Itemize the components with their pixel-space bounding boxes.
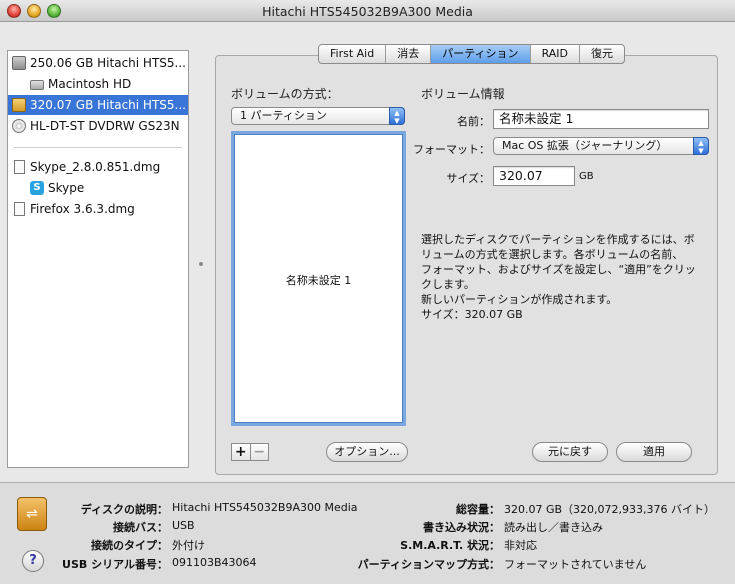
status-line: サイズ：320.07 GB bbox=[421, 308, 523, 321]
optical-drive-icon bbox=[12, 119, 26, 133]
sidebar-item-label: 250.06 GB Hitachi HTS5... bbox=[30, 56, 186, 70]
name-label: 名前： bbox=[457, 115, 490, 128]
disk-image-icon bbox=[14, 202, 25, 216]
tab-restore[interactable]: 復元 bbox=[580, 45, 624, 63]
sidebar-item-dvd-drive[interactable]: HL-DT-ST DVDRW GS23N bbox=[8, 116, 188, 136]
disk-description-label: ディスクの説明： bbox=[80, 503, 168, 516]
partition-map-scheme-label: パーティションマップ方式： bbox=[357, 558, 500, 571]
instructions-line: フォーマット、およびサイズを設定し、“適用”をクリッ bbox=[421, 263, 696, 276]
sidebar-divider bbox=[14, 147, 182, 148]
write-status-label: 書き込み状況： bbox=[423, 521, 500, 534]
smart-status-value: 非対応 bbox=[504, 539, 537, 552]
tab-first-aid[interactable]: First Aid bbox=[319, 45, 387, 63]
partition-map-scheme-value: フォーマットされていません bbox=[504, 558, 647, 571]
status-line: 新しいパーティションが作成されます。 bbox=[421, 293, 618, 306]
sidebar-item-label: 320.07 GB Hitachi HTS5... bbox=[30, 98, 186, 112]
popup-arrows-icon: ▲ ▼ bbox=[693, 137, 709, 155]
instructions-line: リュームの方式を選択します。各ボリュームの名前、 bbox=[421, 248, 684, 261]
sidebar-item-disk-320[interactable]: 320.07 GB Hitachi HTS5... bbox=[8, 95, 188, 115]
partition-map[interactable]: 名称未設定 1 bbox=[231, 131, 406, 426]
remove-partition-button[interactable]: − bbox=[251, 444, 269, 460]
usb-serial-label: USB シリアル番号： bbox=[62, 558, 168, 571]
tab-partition[interactable]: パーティション bbox=[431, 45, 531, 63]
write-status-value: 読み出し／書き込み bbox=[504, 521, 603, 534]
sidebar-item-label: Macintosh HD bbox=[48, 77, 132, 91]
options-button[interactable]: オプション... bbox=[326, 442, 408, 462]
smart-status-label: S.M.A.R.T. 状況： bbox=[400, 539, 500, 552]
sidebar-item-skype-dmg[interactable]: Skype_2.8.0.851.dmg bbox=[8, 157, 188, 177]
title-bar: Hitachi HTS545032B9A300 Media bbox=[0, 0, 735, 22]
add-remove-control: + − bbox=[231, 443, 269, 461]
format-value: Mac OS 拡張（ジャーナリング） bbox=[502, 139, 668, 152]
volume-size-field[interactable]: 320.07 bbox=[493, 166, 575, 186]
volume-scheme-header: ボリュームの方式： bbox=[231, 87, 339, 101]
disk-image-icon bbox=[14, 160, 25, 174]
sidebar-item-disk-250[interactable]: 250.06 GB Hitachi HTS5... bbox=[8, 53, 188, 73]
help-button[interactable]: ? bbox=[22, 550, 44, 572]
partition-instructions: 選択したディスクでパーティションを作成するには、ボ リュームの方式を選択します。… bbox=[421, 232, 711, 292]
sidebar-item-label: Skype bbox=[48, 181, 85, 195]
format-label: フォーマット： bbox=[413, 143, 490, 156]
add-partition-button[interactable]: + bbox=[232, 444, 251, 460]
sidebar-item-label: Skype_2.8.0.851.dmg bbox=[30, 160, 161, 174]
connection-type-value: 外付け bbox=[172, 539, 205, 552]
usb-serial-value: 091103B43064 bbox=[172, 556, 257, 569]
tab-bar: First Aid 消去 パーティション RAID 復元 bbox=[318, 44, 625, 64]
sidebar-item-label: Firefox 3.6.3.dmg bbox=[30, 202, 135, 216]
tab-raid[interactable]: RAID bbox=[531, 45, 580, 63]
window-title: Hitachi HTS545032B9A300 Media bbox=[262, 4, 473, 19]
usb-disk-icon: ⇌ bbox=[17, 497, 47, 531]
instructions-line: クします。 bbox=[421, 278, 475, 291]
size-unit: GB bbox=[579, 171, 594, 182]
split-view-handle[interactable] bbox=[199, 262, 203, 266]
volume-info-header: ボリューム情報 bbox=[421, 87, 505, 101]
size-label: サイズ： bbox=[446, 172, 490, 185]
capacity-value: 320.07 GB（320,072,933,376 バイト） bbox=[504, 503, 716, 516]
volume-icon bbox=[30, 80, 44, 90]
sidebar-item-macintosh-hd[interactable]: Macintosh HD bbox=[8, 74, 188, 94]
partition-map-label: 名称未設定 1 bbox=[285, 274, 352, 287]
volume-scheme-value: 1 パーティション bbox=[240, 109, 327, 122]
disk-sidebar: 250.06 GB Hitachi HTS5... Macintosh HD 3… bbox=[7, 50, 189, 468]
skype-icon: S bbox=[30, 181, 44, 195]
tab-erase[interactable]: 消去 bbox=[386, 45, 432, 63]
popup-arrows-icon: ▲ ▼ bbox=[389, 107, 405, 125]
instructions-line: 選択したディスクでパーティションを作成するには、ボ bbox=[421, 233, 695, 246]
connection-bus-label: 接続バス： bbox=[113, 521, 168, 534]
sidebar-item-firefox-dmg[interactable]: Firefox 3.6.3.dmg bbox=[8, 199, 188, 219]
volume-scheme-popup[interactable]: 1 パーティション ▲ ▼ bbox=[231, 107, 405, 125]
apply-button[interactable]: 適用 bbox=[616, 442, 692, 462]
connection-bus-value: USB bbox=[172, 519, 195, 532]
sidebar-item-label: HL-DT-ST DVDRW GS23N bbox=[30, 119, 180, 133]
connection-type-label: 接続のタイプ： bbox=[91, 539, 168, 552]
format-popup[interactable]: Mac OS 拡張（ジャーナリング） ▲ ▼ bbox=[493, 137, 709, 155]
capacity-label: 総容量： bbox=[456, 503, 500, 516]
external-disk-icon bbox=[12, 98, 26, 112]
partition-status: 新しいパーティションが作成されます。 サイズ：320.07 GB bbox=[421, 292, 711, 322]
volume-name-field[interactable]: 名称未設定 1 bbox=[493, 109, 709, 129]
revert-button[interactable]: 元に戻す bbox=[532, 442, 608, 462]
internal-disk-icon bbox=[12, 56, 26, 70]
sidebar-item-skype[interactable]: S Skype bbox=[8, 178, 188, 198]
